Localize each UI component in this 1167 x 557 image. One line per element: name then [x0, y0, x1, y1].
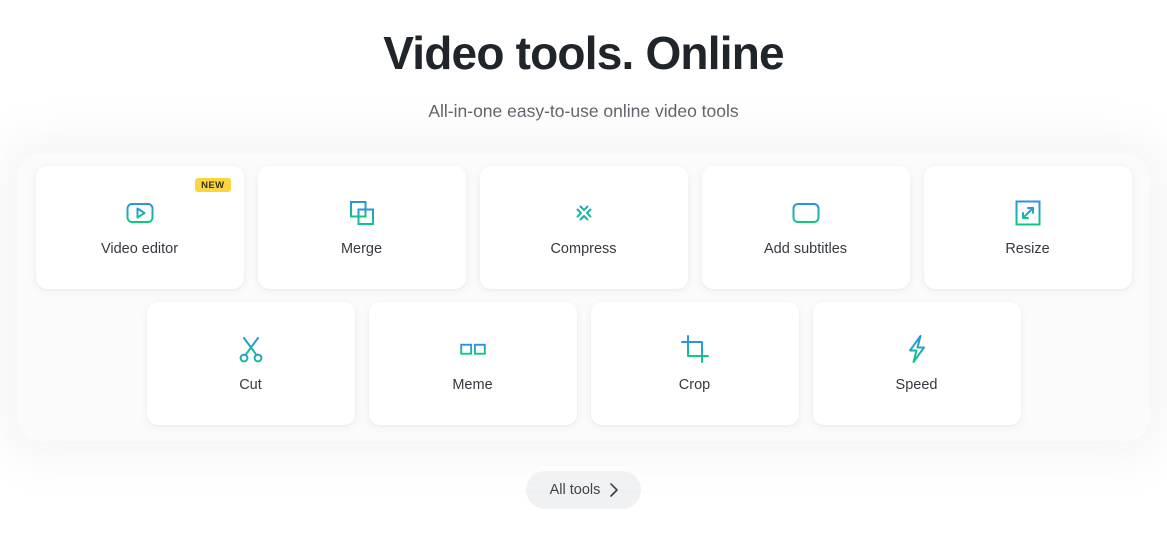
tool-card-add-subtitles[interactable]: Add subtitles — [701, 165, 910, 289]
all-tools-section: All tools — [0, 470, 1167, 509]
add-subtitles-icon — [789, 196, 823, 230]
speed-icon — [900, 332, 934, 366]
tool-label: Video editor — [100, 240, 179, 257]
tools-row-1: NEW Video editor Merge Compress Add subt… — [0, 165, 1167, 289]
tool-card-compress[interactable]: Compress — [479, 165, 688, 289]
page-title: Video tools. Online — [383, 27, 784, 79]
tools-grid-area: NEW Video editor Merge Compress Add subt… — [0, 153, 1167, 447]
merge-icon — [345, 196, 379, 230]
compress-icon — [567, 196, 601, 230]
tool-label: Compress — [550, 240, 617, 257]
tool-label: Crop — [678, 376, 711, 393]
tool-label: Meme — [452, 376, 493, 393]
hero-section: Video tools. Online All-in-one easy-to-u… — [0, 0, 1167, 124]
tool-label: Resize — [1005, 240, 1050, 257]
tool-label: Merge — [340, 240, 383, 257]
crop-icon — [678, 332, 712, 366]
video-tools-page: Video tools. Online All-in-one easy-to-u… — [0, 0, 1167, 557]
tool-card-meme[interactable]: Meme — [368, 301, 577, 425]
tool-card-speed[interactable]: Speed — [812, 301, 1021, 425]
tool-card-cut[interactable]: Cut — [146, 301, 355, 425]
tools-row-2: Cut Meme Crop Speed — [0, 301, 1167, 425]
tool-label: Speed — [895, 376, 938, 393]
tool-card-crop[interactable]: Crop — [590, 301, 799, 425]
cut-icon — [234, 332, 268, 366]
status-badge-new: NEW — [195, 177, 231, 193]
tool-label: Cut — [239, 376, 262, 393]
video-editor-icon — [123, 196, 157, 230]
tool-label: Add subtitles — [763, 240, 848, 257]
meme-icon — [455, 332, 490, 366]
chevron-right-icon — [609, 482, 619, 497]
all-tools-label: All tools — [549, 481, 601, 498]
page-subtitle: All-in-one easy-to-use online video tool… — [428, 101, 739, 122]
resize-icon — [1011, 196, 1045, 230]
all-tools-button[interactable]: All tools — [525, 470, 642, 509]
tool-card-video-editor[interactable]: NEW Video editor — [35, 165, 244, 289]
tool-card-resize[interactable]: Resize — [923, 165, 1132, 289]
tool-card-merge[interactable]: Merge — [257, 165, 466, 289]
